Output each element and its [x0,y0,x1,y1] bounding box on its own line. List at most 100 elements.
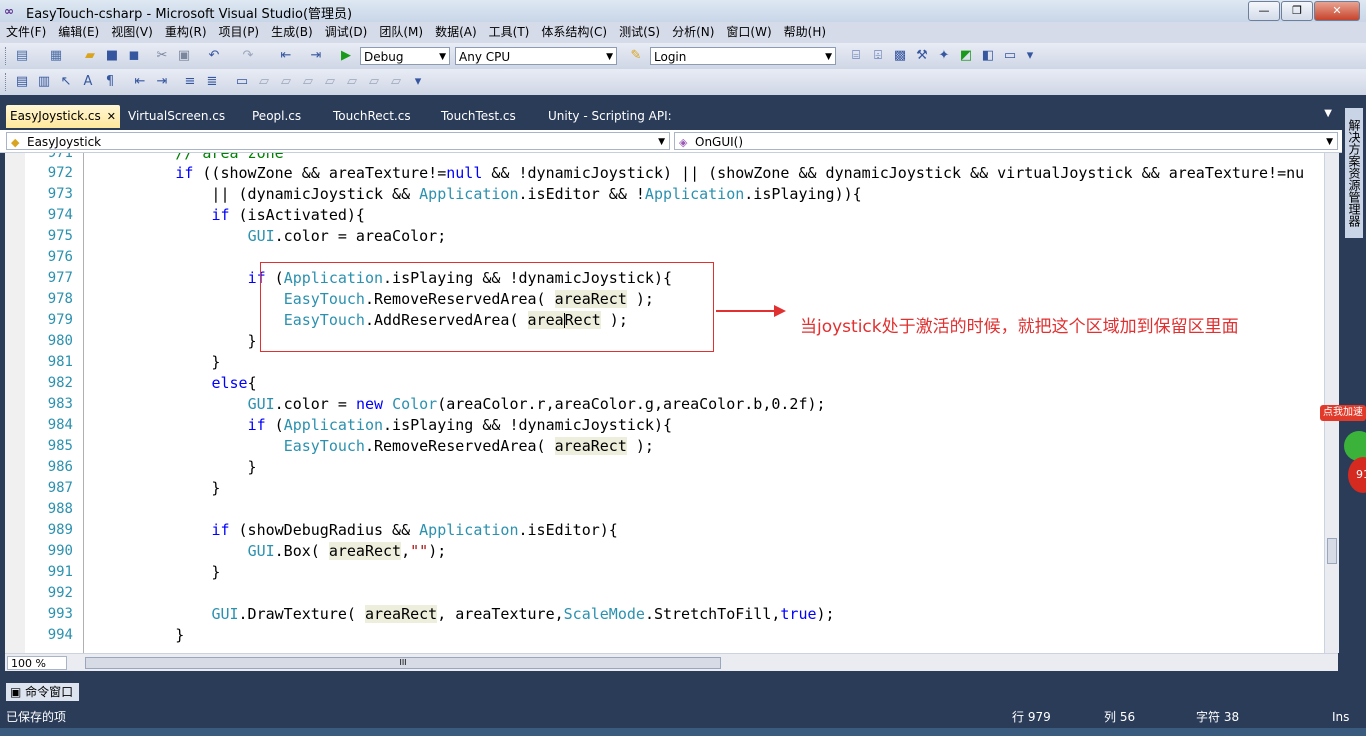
platform-select[interactable]: Any CPU ▼ [455,47,617,65]
previous-bookmark-icon[interactable]: ▱ [256,74,272,90]
menu-help[interactable]: 帮助(H) [778,22,832,43]
next-bookmark-document-icon[interactable]: ▱ [366,74,382,90]
paste-icon[interactable]: ▣ [176,48,192,64]
toolbox-icon[interactable]: ⚒ [914,48,930,64]
menu-bar: 文件(F) 编辑(E) 视图(V) 重构(R) 项目(P) 生成(B) 调试(D… [0,22,1366,43]
menu-test[interactable]: 测试(S) [613,22,666,43]
menu-team[interactable]: 团队(M) [373,22,429,43]
vertical-scroll-thumb[interactable] [1327,538,1337,564]
menu-tools[interactable]: 工具(T) [483,22,536,43]
next-bookmark-folder-icon[interactable]: ▱ [322,74,338,90]
menu-window[interactable]: 窗口(W) [720,22,777,43]
code-line: // area zone [175,153,284,162]
menu-view[interactable]: 视图(V) [105,22,159,43]
find-in-files-icon[interactable]: ✎ [628,48,644,64]
menu-architecture[interactable]: 体系结构(C) [535,22,613,43]
title-bar: ∞ EasyTouch-csharp - Microsoft Visual St… [0,0,1366,22]
tab-unity-scripting-api[interactable]: Unity - Scripting API: [544,105,676,128]
tools-icon[interactable]: ✦ [936,48,952,64]
extension-manager-icon[interactable]: ◩ [958,48,974,64]
increase-indent-icon[interactable]: ⇥ [154,74,170,90]
code-line: GUI.Box( areaRect,""); [247,542,447,560]
menu-file[interactable]: 文件(F) [0,22,52,43]
tab-peopl[interactable]: Peopl.cs [248,105,305,128]
start-page-icon[interactable]: ◧ [980,48,996,64]
menu-data[interactable]: 数据(A) [429,22,483,43]
previous-bookmark-folder-icon[interactable]: ▱ [300,74,316,90]
command-window-tab[interactable]: ▣ 命令窗口 [6,683,80,701]
status-line: 行 979 [1012,710,1051,724]
close-button[interactable]: ✕ [1314,1,1360,21]
tab-touchtest[interactable]: TouchTest.cs [437,105,520,128]
zoom-select[interactable]: 100 % [7,656,67,670]
minimize-button[interactable]: — [1248,1,1280,21]
vertical-scrollbar[interactable] [1324,153,1339,653]
code-text[interactable]: // area zone if ((showZone && areaTextur… [85,153,1324,653]
window-title: EasyTouch-csharp - Microsoft Visual Stud… [26,7,353,22]
tab-label: Peopl.cs [252,109,302,123]
properties-icon[interactable]: ⌹ [870,48,886,64]
member-select[interactable]: ◈ OnGUI() ▼ [674,132,1338,150]
menu-project[interactable]: 项目(P) [213,22,266,43]
cut-icon[interactable]: ✂ [154,48,170,64]
standard-toolbar: ▤ ▦ ▰ ■ ◼ ✂ ▣ ↶ ↷ ⇤ ⇥ ▶ Debug ▼ Any CPU … [0,43,1366,69]
maximize-button[interactable]: ❐ [1281,1,1313,21]
insert-snippet-icon[interactable]: ¶ [102,74,118,90]
chevron-down-icon[interactable]: ▾ [1022,48,1038,64]
tab-label: EasyJoystick.cs [10,109,101,123]
previous-bookmark-document-icon[interactable]: ▱ [344,74,360,90]
accelerator-widget[interactable]: 点我加速 91 [1320,405,1366,505]
add-item-icon[interactable]: ▦ [48,48,64,64]
new-project-icon[interactable]: ▤ [14,48,30,64]
comment-icon[interactable]: ≡ [182,74,198,90]
next-bookmark-icon[interactable]: ▱ [278,74,294,90]
solution-config-select[interactable]: Debug ▼ [360,47,450,65]
chevron-down-icon[interactable]: ▼ [1324,108,1332,119]
solution-explorer-tab[interactable]: 解决方案资源管理器 [1345,108,1363,238]
menu-build[interactable]: 生成(B) [265,22,319,43]
object-browser-icon[interactable]: ▩ [892,48,908,64]
toolbar-grip[interactable] [5,73,10,91]
close-icon[interactable]: ✕ [107,110,116,123]
tab-label: TouchTest.cs [441,109,516,123]
platform-value: Any CPU [459,50,511,64]
horizontal-scroll-thumb[interactable]: III [85,657,721,669]
decrease-indent-icon[interactable]: ⇤ [132,74,148,90]
code-line: || (dynamicJoystick && Application.isEdi… [85,185,862,203]
start-debugging-icon[interactable]: ▶ [338,48,354,64]
code-editor[interactable]: 971 972 973 974 975 976 977 978 979 980 … [5,153,1324,653]
member-list-icon[interactable]: ▤ [14,74,30,90]
tab-touchrect[interactable]: TouchRect.cs [329,105,415,128]
window-controls: — ❐ ✕ [1247,1,1360,21]
find-input[interactable]: Login ▼ [650,47,836,65]
accelerate-badge[interactable]: 点我加速 [1320,405,1366,421]
navigate-backward-icon[interactable]: ⇤ [278,48,294,64]
menu-edit[interactable]: 编辑(E) [52,22,105,43]
status-char: 字符 38 [1196,710,1240,724]
toolbar-grip[interactable] [5,47,10,65]
quick-info-icon[interactable]: ↖ [58,74,74,90]
code-line: } [85,626,185,644]
save-all-icon[interactable]: ◼ [126,48,142,64]
menu-refactor[interactable]: 重构(R) [159,22,213,43]
class-select[interactable]: ◆ EasyJoystick ▼ [6,132,670,150]
command-window-icon[interactable]: ▭ [1002,48,1018,64]
tab-virtualscreen[interactable]: VirtualScreen.cs [124,105,229,128]
complete-word-icon[interactable]: A [80,74,96,90]
line-number: 977 [47,270,73,286]
clear-bookmarks-icon[interactable]: ▱ [388,74,404,90]
menu-debug[interactable]: 调试(D) [319,22,374,43]
menu-analyze[interactable]: 分析(N) [666,22,720,43]
tab-easyjoystick[interactable]: EasyJoystick.cs ✕ [6,105,120,128]
document-tabs: EasyJoystick.cs ✕ VirtualScreen.cs Peopl.… [0,102,1342,128]
undo-icon[interactable]: ↶ [206,48,222,64]
navigate-forward-icon[interactable]: ⇥ [308,48,324,64]
redo-icon[interactable]: ↷ [240,48,256,64]
solution-explorer-icon[interactable]: ⌸ [848,48,864,64]
chevron-down-icon[interactable]: ▾ [410,74,426,90]
save-icon[interactable]: ■ [104,48,120,64]
parameter-info-icon[interactable]: ▥ [36,74,52,90]
open-folder-icon[interactable]: ▰ [82,48,98,64]
toggle-bookmark-icon[interactable]: ▭ [234,74,250,90]
uncomment-icon[interactable]: ≣ [204,74,220,90]
